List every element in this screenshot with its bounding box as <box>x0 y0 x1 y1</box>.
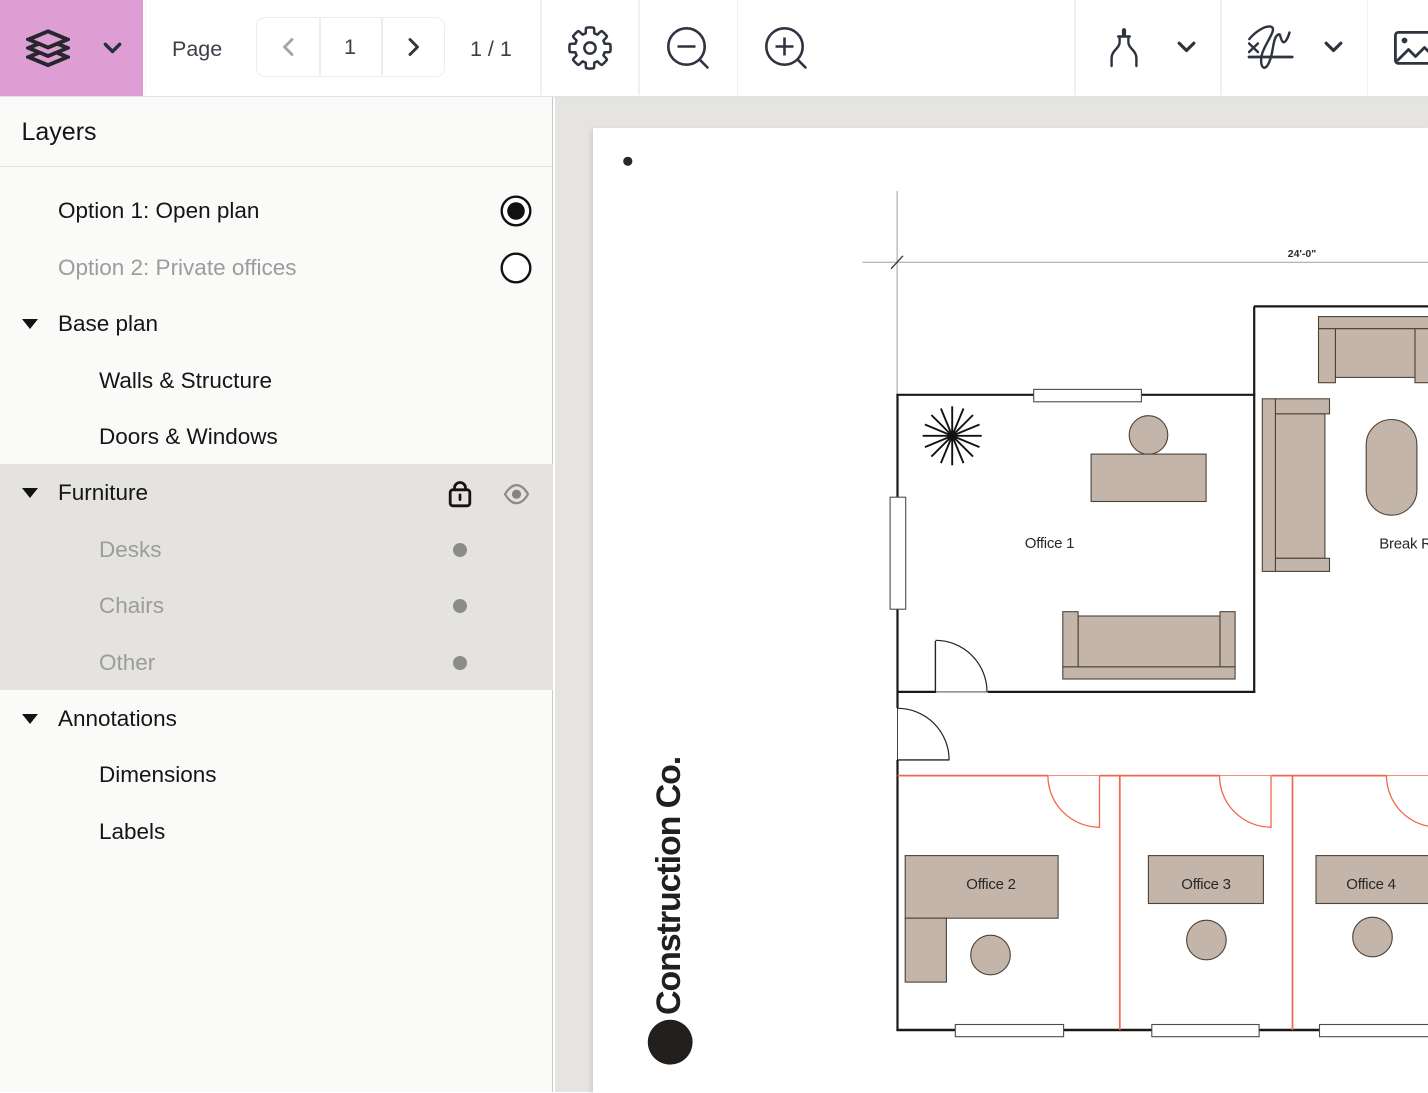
svg-text:Office 3: Office 3 <box>1181 876 1230 893</box>
svg-text:Office 4: Office 4 <box>1346 876 1395 893</box>
svg-text:Office 1: Office 1 <box>1024 535 1073 552</box>
svg-text:Office 2: Office 2 <box>966 876 1015 893</box>
svg-text:24'-0": 24'-0" <box>1287 248 1316 260</box>
svg-text:Construction Co.: Construction Co. <box>650 757 688 1015</box>
svg-text:Break Room: Break Room <box>1379 536 1428 553</box>
